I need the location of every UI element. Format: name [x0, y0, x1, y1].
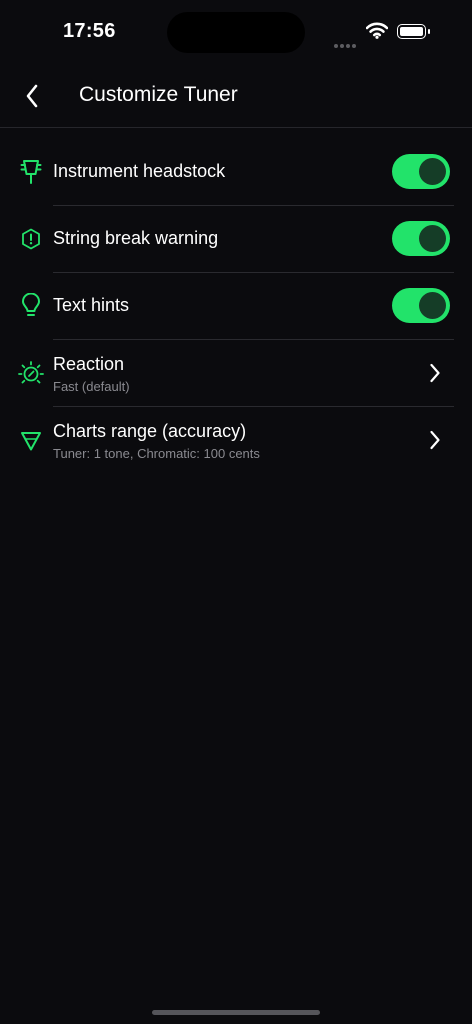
headstock-icon — [18, 159, 44, 185]
header-divider — [0, 127, 472, 128]
reaction-icon — [18, 361, 44, 387]
status-time: 17:56 — [63, 20, 116, 42]
page-title: Customize Tuner — [79, 83, 238, 106]
wifi-icon — [365, 22, 389, 44]
setting-label: String break warning — [53, 228, 219, 248]
toggle-knob — [419, 292, 446, 319]
cellular-signal-icon — [334, 35, 358, 53]
chevron-right-icon — [426, 361, 444, 385]
toggle-knob — [419, 225, 446, 252]
settings-list: Instrument headstock String break warnin… — [0, 139, 472, 475]
setting-label: Text hints — [53, 295, 130, 315]
setting-subtitle: Fast (default) — [53, 379, 130, 394]
lightbulb-icon — [18, 293, 44, 319]
setting-label: Reaction — [53, 354, 125, 374]
warning-icon — [18, 226, 44, 252]
range-icon — [18, 428, 44, 454]
status-bar: 17:56 — [0, 0, 472, 64]
text-hints-toggle[interactable] — [392, 288, 450, 323]
setting-charts-range[interactable]: Charts range (accuracy) Tuner: 1 tone, C… — [0, 407, 472, 475]
battery-icon — [397, 24, 430, 39]
instrument-headstock-toggle[interactable] — [392, 154, 450, 189]
setting-instrument-headstock[interactable]: Instrument headstock — [0, 139, 472, 206]
chevron-left-icon — [26, 84, 38, 108]
setting-string-break-warning[interactable]: String break warning — [0, 206, 472, 273]
setting-label: Charts range (accuracy) — [53, 421, 247, 441]
setting-subtitle: Tuner: 1 tone, Chromatic: 100 cents — [53, 446, 260, 461]
setting-text-hints[interactable]: Text hints — [0, 273, 472, 340]
string-break-warning-toggle[interactable] — [392, 221, 450, 256]
home-indicator[interactable] — [152, 1010, 320, 1015]
toggle-knob — [419, 158, 446, 185]
setting-label: Instrument headstock — [53, 161, 226, 181]
chevron-right-icon — [426, 428, 444, 452]
dynamic-island — [167, 12, 305, 53]
nav-bar: Customize Tuner — [0, 64, 472, 127]
setting-reaction[interactable]: Reaction Fast (default) — [0, 340, 472, 407]
back-button[interactable] — [16, 80, 48, 112]
